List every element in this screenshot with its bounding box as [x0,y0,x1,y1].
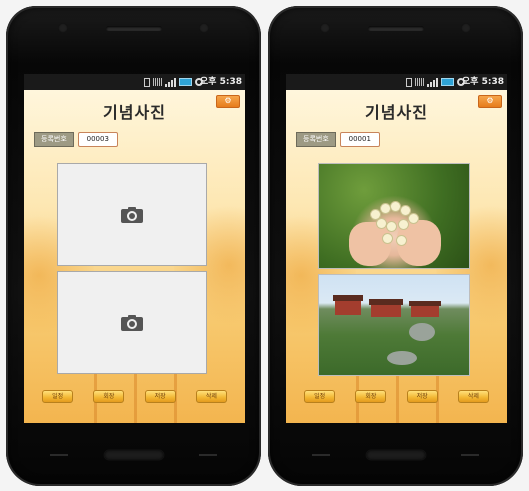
save-button[interactable]: 저장 [144,390,176,403]
delete-button[interactable]: 삭제 [457,390,489,403]
vibrate-icon [406,77,412,87]
back-key[interactable] [461,454,479,456]
signal-icon [165,77,176,87]
app-view: 기념사진 ⚙ 등록번호 00001 일정 회장 저장 삭제 [286,90,507,423]
battery-icon [441,78,454,86]
hand-shape [349,222,391,266]
status-time: 오후 5:38 [461,77,504,87]
registration-label: 등록번호 [296,132,336,147]
photo-2[interactable] [318,274,470,376]
photo-slot-2[interactable] [57,271,207,374]
photo-slot-1[interactable] [57,163,207,266]
house-shape [335,301,361,315]
action-buttons: 일정 회장 저장 삭제 [24,390,245,403]
earpiece-speaker [105,26,162,31]
flower-shape [381,204,390,213]
rock-shape [387,351,417,365]
schedule-button[interactable]: 일정 [42,390,74,403]
home-key[interactable] [103,450,164,460]
camera-icon [121,314,143,331]
flower-shape [383,234,392,243]
proximity-sensor [461,23,471,33]
flower-shape [401,206,410,215]
delete-button[interactable]: 삭제 [195,390,227,403]
flower-shape [399,220,408,229]
schedule-button[interactable]: 일정 [304,390,336,403]
phone-screen: 오후 5:38 기념사진 ⚙ 등록번호 00003 일정 회장 저장 삭제 [24,74,245,423]
save-button[interactable]: 저장 [406,390,438,403]
signal-icon [427,77,438,87]
flower-shape [409,214,418,223]
members-button[interactable]: 회장 [355,390,387,403]
action-buttons: 일정 회장 저장 삭제 [286,390,507,403]
phone-right: 오후 5:38 기념사진 ⚙ 등록번호 00001 일정 회장 저장 삭제 [268,6,523,486]
front-camera [58,23,68,33]
flower-shape [377,219,386,228]
back-key[interactable] [199,454,217,456]
house-shape [411,306,439,317]
status-time: 오후 5:38 [199,77,242,87]
registration-row: 등록번호 00001 [296,132,380,147]
vibrate-icon [144,77,150,87]
battery-icon [179,78,192,86]
page-title: 기념사진 [365,103,428,122]
data-icon [415,78,424,86]
registration-label: 등록번호 [34,132,74,147]
flower-shape [371,210,380,219]
house-shape [371,305,401,317]
page-title: 기념사진 [103,103,166,122]
gear-icon: ⚙ [486,96,494,105]
data-icon [153,78,162,86]
flower-shape [387,222,396,231]
members-button[interactable]: 회장 [93,390,125,403]
earpiece-speaker [367,26,424,31]
flower-shape [391,202,400,211]
registration-number-field[interactable]: 00003 [77,132,118,147]
settings-button[interactable]: ⚙ [478,95,502,108]
home-key[interactable] [365,450,426,460]
camera-icon [121,206,143,223]
status-bar: 오후 5:38 [24,74,245,90]
menu-key[interactable] [312,454,330,456]
app-view: 기념사진 ⚙ 등록번호 00003 일정 회장 저장 삭제 [24,90,245,423]
registration-number-field[interactable]: 00001 [339,132,380,147]
menu-key[interactable] [50,454,68,456]
rock-shape [409,323,435,341]
photo-1[interactable] [318,163,470,269]
phone-left: 오후 5:38 기념사진 ⚙ 등록번호 00003 일정 회장 저장 삭제 [6,6,261,486]
phone-screen: 오후 5:38 기념사진 ⚙ 등록번호 00001 일정 회장 저장 삭제 [286,74,507,423]
front-camera [320,23,330,33]
flower-shape [397,236,406,245]
status-bar: 오후 5:38 [286,74,507,90]
gear-icon: ⚙ [224,96,232,105]
registration-row: 등록번호 00003 [34,132,118,147]
settings-button[interactable]: ⚙ [216,95,240,108]
proximity-sensor [199,23,209,33]
